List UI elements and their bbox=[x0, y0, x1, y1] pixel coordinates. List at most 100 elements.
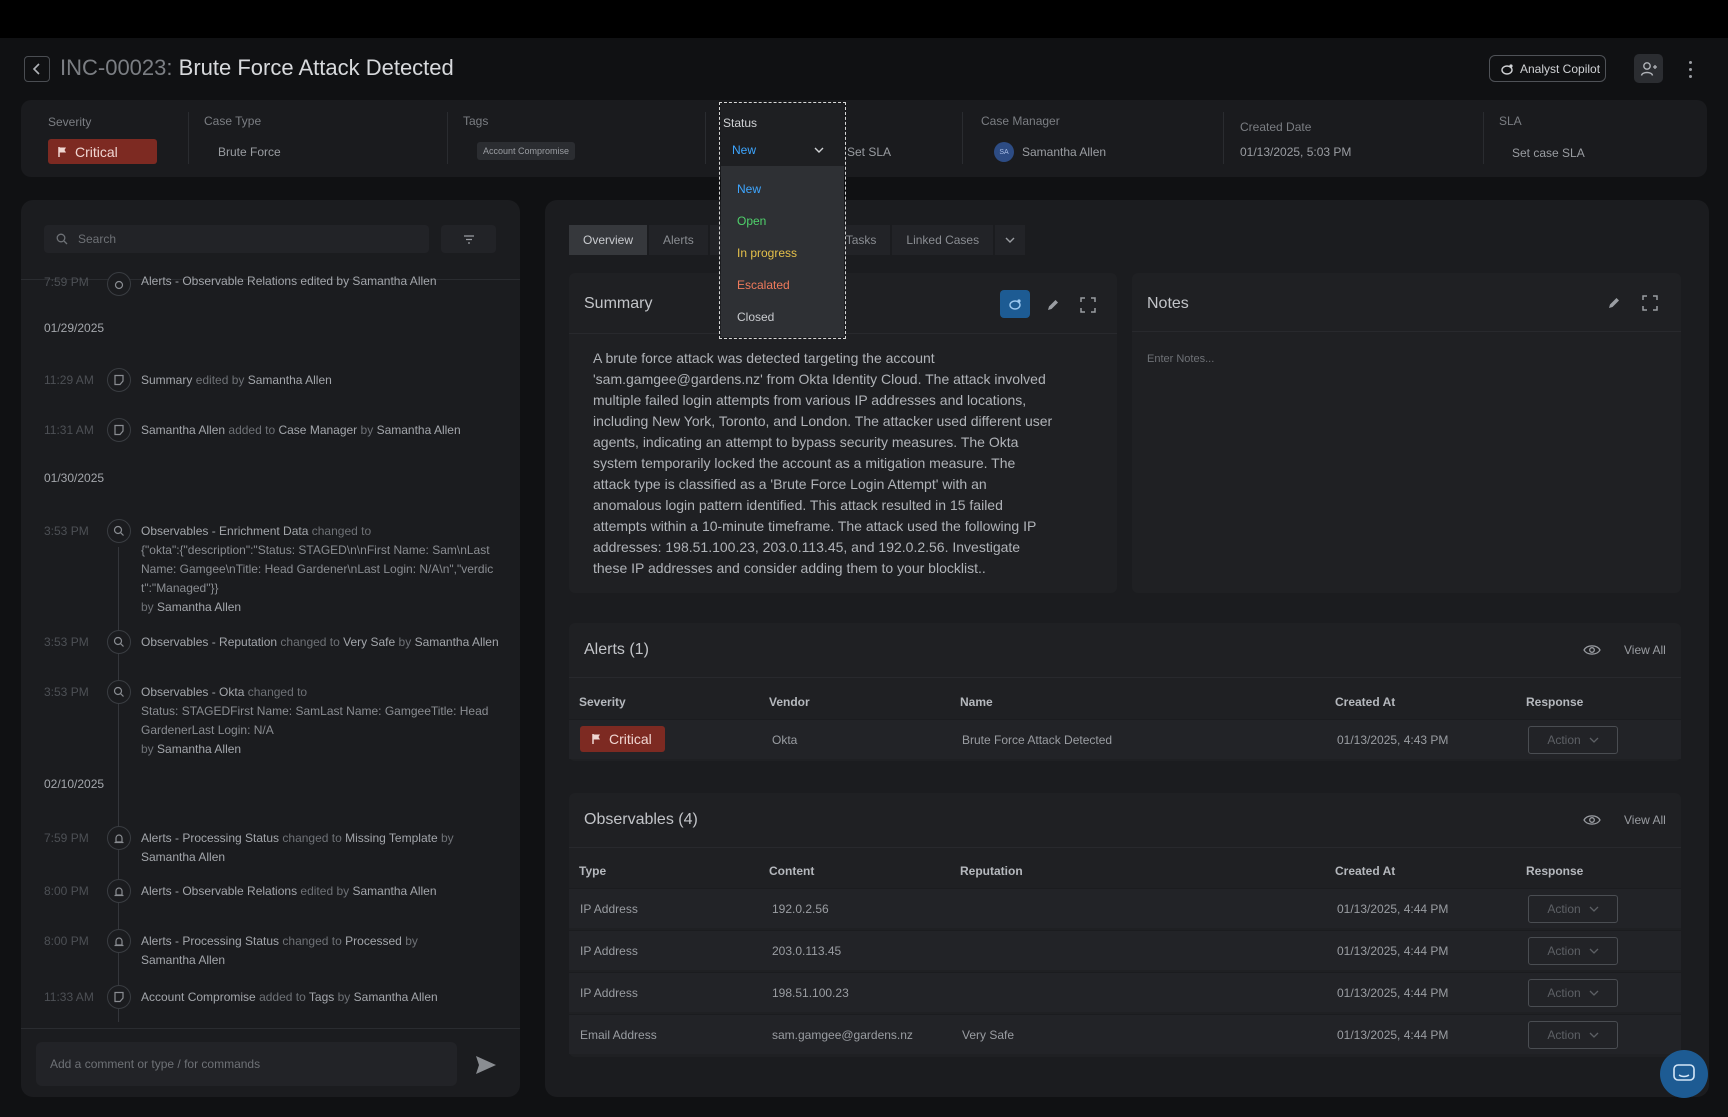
timeline-time: 3:53 PM bbox=[44, 635, 89, 649]
observables-view-all-link[interactable]: View All bbox=[1624, 813, 1666, 827]
tabs-more-button[interactable] bbox=[995, 225, 1026, 255]
content-cell: sam.gamgee@gardens.nz bbox=[772, 1028, 913, 1042]
search-input[interactable]: Search bbox=[44, 225, 429, 253]
tag-chip[interactable]: Account Compromise bbox=[477, 142, 576, 160]
created-cell: 01/13/2025, 4:44 PM bbox=[1337, 902, 1449, 916]
tab-alerts[interactable]: Alerts bbox=[649, 225, 708, 255]
expand-icon bbox=[1642, 295, 1658, 311]
more-options-button[interactable] bbox=[1684, 55, 1696, 83]
timeline-entry-text: Alerts - Processing Status changed to Mi… bbox=[141, 831, 454, 864]
status-sla-value[interactable]: Set SLA bbox=[847, 145, 891, 159]
action-dropdown[interactable]: Action bbox=[1528, 895, 1618, 923]
edit-notes-button[interactable] bbox=[1602, 291, 1626, 315]
expand-summary-button[interactable] bbox=[1076, 293, 1100, 317]
action-dropdown[interactable]: Action bbox=[1528, 979, 1618, 1007]
type-cell: Email Address bbox=[580, 1028, 657, 1042]
chevron-down-icon bbox=[1589, 948, 1599, 954]
severity-badge[interactable]: Critical bbox=[48, 139, 157, 164]
column-header: Content bbox=[769, 864, 815, 878]
chevron-down-icon bbox=[1589, 737, 1599, 743]
ai-summary-button[interactable] bbox=[1000, 290, 1030, 318]
tab-overview[interactable]: Overview bbox=[569, 225, 648, 255]
column-header: Created At bbox=[1335, 695, 1396, 709]
column-header: Severity bbox=[579, 695, 626, 709]
table-row[interactable]: Critical Okta Brute Force Attack Detecte… bbox=[569, 719, 1681, 759]
alerts-card: Alerts (1) View All Severity Vendor Name… bbox=[569, 623, 1681, 761]
type-cell: IP Address bbox=[580, 944, 638, 958]
page-title: INC-00023: Brute Force Attack Detected bbox=[60, 55, 454, 81]
created-cell: 01/13/2025, 4:44 PM bbox=[1337, 1028, 1449, 1042]
search-icon bbox=[107, 680, 131, 704]
timeline-time: 7:59 PM bbox=[44, 831, 89, 845]
eye-icon bbox=[1583, 645, 1601, 655]
assign-user-button[interactable] bbox=[1634, 54, 1663, 83]
search-icon bbox=[107, 630, 131, 654]
summary-title: Summary bbox=[584, 295, 653, 312]
action-dropdown[interactable]: Action bbox=[1528, 726, 1618, 754]
incident-title: Brute Force Attack Detected bbox=[178, 55, 454, 80]
top-bar bbox=[0, 0, 1728, 38]
table-row[interactable]: IP Address 203.0.113.45 01/13/2025, 4:44… bbox=[569, 930, 1681, 970]
comment-input[interactable]: Add a comment or type / for commands bbox=[36, 1042, 457, 1086]
alerts-view-all-link[interactable]: View All bbox=[1624, 643, 1666, 657]
filter-button[interactable] bbox=[441, 225, 496, 253]
search-placeholder: Search bbox=[78, 232, 117, 246]
observables-card: Observables (4) View All Type Content Re… bbox=[569, 793, 1681, 1057]
expand-notes-button[interactable] bbox=[1638, 291, 1662, 315]
timeline-time: 7:59 PM bbox=[44, 275, 89, 289]
vendor-cell: Okta bbox=[772, 733, 798, 747]
case-manager-value[interactable]: Samantha Allen bbox=[1022, 145, 1106, 159]
tag-icon bbox=[107, 985, 131, 1009]
content-cell: 192.0.2.56 bbox=[772, 902, 829, 916]
chevron-down-icon bbox=[1005, 237, 1015, 243]
timeline-entry-text: Observables - Enrichment Data changed to… bbox=[141, 524, 494, 614]
case-type-value[interactable]: Brute Force bbox=[218, 145, 281, 159]
action-dropdown[interactable]: Action bbox=[1528, 1021, 1618, 1049]
analyst-copilot-button[interactable]: Analyst Copilot bbox=[1489, 55, 1606, 82]
copilot-icon bbox=[1501, 63, 1513, 75]
action-dropdown[interactable]: Action bbox=[1528, 937, 1618, 965]
edit-summary-button[interactable] bbox=[1041, 293, 1065, 317]
chevron-down-icon bbox=[1589, 906, 1599, 912]
notes-input[interactable]: Enter Notes... bbox=[1147, 353, 1214, 365]
case-type-label: Case Type bbox=[204, 114, 262, 128]
eye-icon bbox=[1583, 815, 1601, 825]
created-cell: 01/13/2025, 4:43 PM bbox=[1337, 733, 1449, 747]
search-icon bbox=[56, 233, 68, 245]
note-icon bbox=[107, 418, 131, 442]
column-header: Reputation bbox=[960, 864, 1023, 878]
content-cell: 203.0.113.45 bbox=[772, 944, 842, 958]
comment-placeholder: Add a comment or type / for commands bbox=[50, 1057, 261, 1071]
column-header: Type bbox=[579, 864, 607, 878]
expand-icon bbox=[1080, 297, 1096, 313]
severity-value: Critical bbox=[75, 143, 118, 160]
search-icon bbox=[107, 519, 131, 543]
table-row[interactable]: IP Address 198.51.100.23 01/13/2025, 4:4… bbox=[569, 972, 1681, 1012]
timeline-time: 8:00 PM bbox=[44, 884, 89, 898]
timeline-time: 8:00 PM bbox=[44, 934, 89, 948]
severity-badge: Critical bbox=[580, 726, 665, 752]
timeline-time: 11:31 AM bbox=[44, 423, 94, 437]
flag-icon bbox=[58, 146, 66, 157]
notes-card: Notes Enter Notes... bbox=[1132, 273, 1681, 593]
sla-value[interactable]: Set case SLA bbox=[1512, 146, 1585, 160]
timeline-time: 11:33 AM bbox=[44, 990, 94, 1004]
type-cell: IP Address bbox=[580, 986, 638, 1000]
column-header: Response bbox=[1526, 864, 1584, 878]
activity-timeline-panel: Search 7:59 PM Alerts - Observable Relat… bbox=[21, 200, 520, 1097]
note-icon bbox=[107, 368, 131, 392]
column-header: Vendor bbox=[769, 695, 810, 709]
table-row[interactable]: Email Address sam.gamgee@gardens.nz Very… bbox=[569, 1014, 1681, 1054]
chevron-down-icon bbox=[1589, 1032, 1599, 1038]
pencil-icon bbox=[1048, 300, 1058, 310]
observables-title: Observables (4) bbox=[584, 811, 698, 828]
notes-title: Notes bbox=[1147, 295, 1189, 312]
chat-support-button[interactable] bbox=[1660, 1050, 1708, 1098]
send-button[interactable] bbox=[473, 1052, 499, 1078]
back-button[interactable] bbox=[24, 56, 50, 82]
incident-id: INC-00023: bbox=[60, 55, 173, 80]
tab-linked-cases[interactable]: Linked Cases bbox=[892, 225, 994, 255]
table-row[interactable]: IP Address 192.0.2.56 01/13/2025, 4:44 P… bbox=[569, 888, 1681, 928]
alarm-icon bbox=[107, 879, 131, 903]
alarm-icon bbox=[107, 929, 131, 953]
